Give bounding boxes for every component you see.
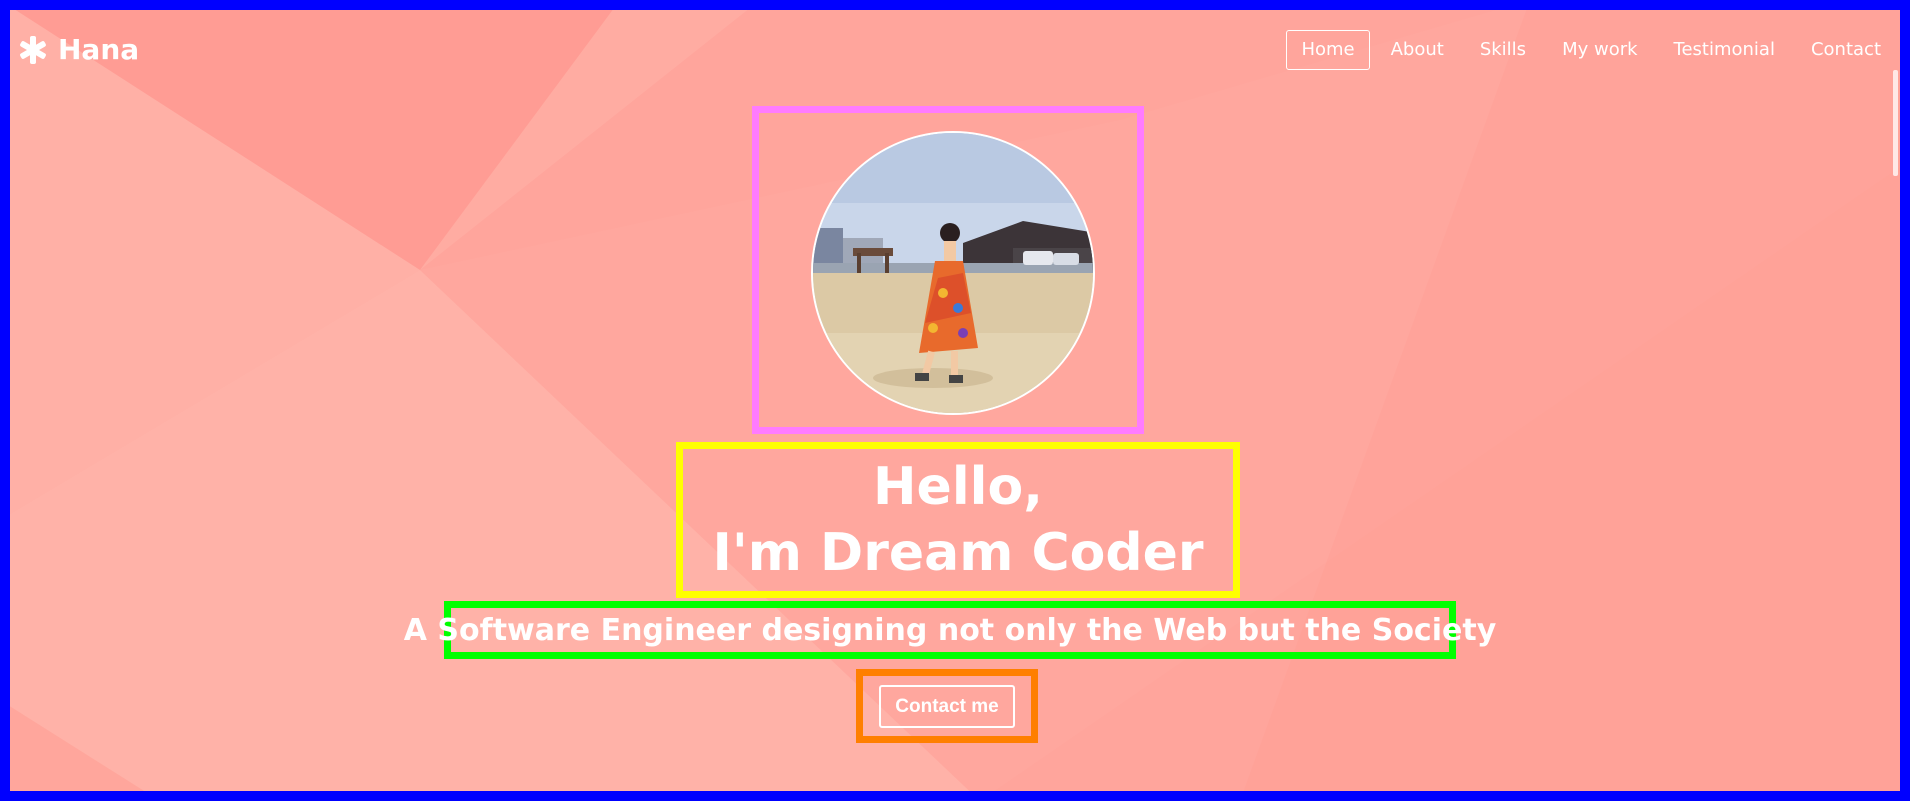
avatar-photo bbox=[813, 133, 1093, 413]
avatar bbox=[811, 131, 1095, 415]
avatar-frame bbox=[752, 106, 1144, 434]
site-header: Hana Home About Skills My work Testimoni… bbox=[0, 0, 1910, 105]
page-frame: Hana Home About Skills My work Testimoni… bbox=[0, 0, 1910, 801]
nav-item-about[interactable]: About bbox=[1376, 30, 1459, 70]
hero-title: Hello, I'm Dream Coder bbox=[676, 442, 1240, 598]
nav-item-home[interactable]: Home bbox=[1286, 30, 1370, 70]
cta-frame: Contact me bbox=[856, 669, 1038, 743]
nav-item-contact[interactable]: Contact bbox=[1796, 30, 1896, 70]
nav-item-testimonial[interactable]: Testimonial bbox=[1659, 30, 1790, 70]
nav-item-skills[interactable]: Skills bbox=[1465, 30, 1541, 70]
hero-greeting: Hello, bbox=[873, 457, 1043, 517]
hero-tagline: A Software Engineer designing not only t… bbox=[404, 601, 1496, 659]
contact-me-button[interactable]: Contact me bbox=[879, 684, 1015, 728]
scrollbar[interactable] bbox=[1893, 70, 1898, 176]
nav-item-my-work[interactable]: My work bbox=[1547, 30, 1652, 70]
main-nav: Home About Skills My work Testimonial Co… bbox=[1286, 30, 1896, 70]
asterisk-icon bbox=[18, 35, 48, 65]
brand-logo[interactable]: Hana bbox=[18, 35, 139, 65]
hero-name: I'm Dream Coder bbox=[712, 523, 1204, 583]
brand-name: Hana bbox=[58, 33, 140, 66]
